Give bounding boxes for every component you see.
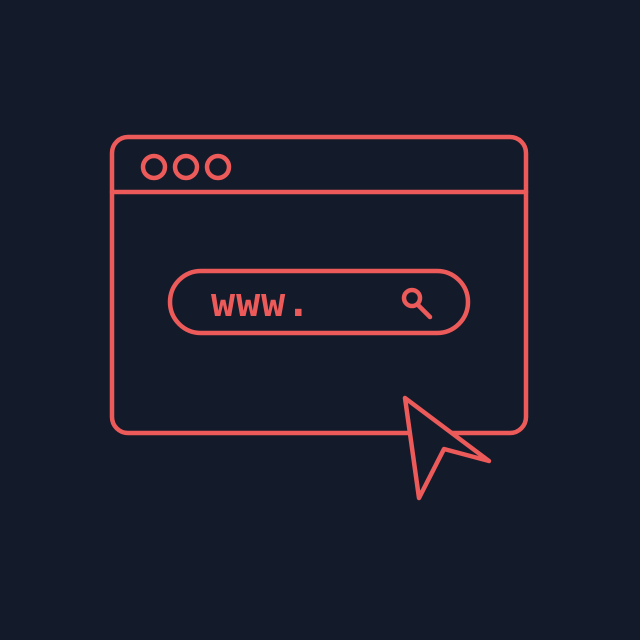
illustration: www.: [0, 0, 640, 640]
search-icon[interactable]: [401, 287, 433, 320]
window-control-dot-1[interactable]: [140, 153, 168, 181]
window-control-dot-2[interactable]: [172, 153, 200, 181]
address-bar-text: www.: [211, 280, 311, 326]
address-bar[interactable]: www.: [167, 268, 471, 336]
web-browser-illustration: www.: [109, 134, 529, 501]
window-controls: [140, 153, 232, 181]
mouse-pointer-icon: [402, 395, 492, 501]
window-control-dot-3[interactable]: [204, 153, 232, 181]
